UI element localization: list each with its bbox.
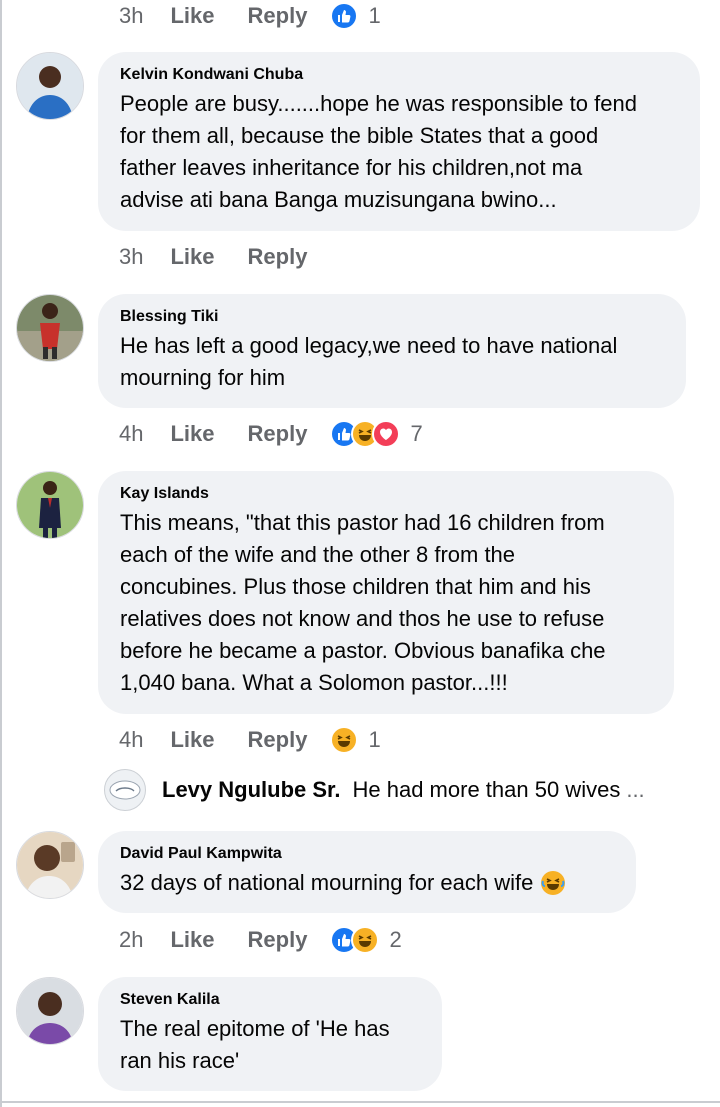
comment-text: The real epitome of 'He has ran his race… [120, 1013, 420, 1077]
reply-button[interactable]: Reply [248, 3, 308, 29]
reply-text: He had more than 50 wives [352, 777, 621, 802]
commenter-name[interactable]: Kelvin Kondwani Chuba [120, 66, 678, 84]
comment-actions: 2h Like Reply 2 [119, 924, 402, 956]
timestamp[interactable]: 3h [119, 244, 143, 270]
comment-bubble: Blessing Tiki He has left a good legacy,… [98, 294, 686, 408]
comment-line: 1,040 bana. What a Solomon pastor...!!! [120, 670, 508, 695]
comment-line: 32 days of national mourning for each wi… [120, 870, 534, 895]
reply-preview[interactable]: Levy Ngulube Sr. He had more than 50 wiv… [104, 769, 645, 811]
reaction-summary[interactable] [330, 726, 359, 754]
reaction-count: 1 [368, 727, 381, 752]
comment-line: each of the wife and the other 8 from th… [120, 542, 516, 567]
comment-actions: 4h Like Reply 7 [119, 418, 423, 450]
comment-line: This means, "that this pastor had 16 chi… [120, 510, 605, 535]
reply-ellipsis: ... [626, 777, 645, 802]
reply-button[interactable]: Reply [248, 421, 308, 447]
commenter-name[interactable]: Steven Kalila [120, 991, 420, 1009]
laughing-emoji-icon [351, 926, 380, 954]
reply-button[interactable]: Reply [248, 244, 308, 270]
like-button[interactable]: Like [170, 727, 214, 753]
heart-icon [372, 420, 401, 448]
comment-line: He has left a good legacy,we need to hav… [120, 333, 618, 358]
avatar[interactable] [16, 471, 84, 539]
comment-line: for them all, because the bible States t… [120, 123, 599, 148]
comment-line: advise ati bana Banga muzisungana bwino.… [120, 187, 557, 212]
timestamp[interactable]: 4h [119, 727, 143, 753]
comment-line: mourning for him [120, 365, 286, 390]
comment-line: People are busy.......hope he was respon… [120, 91, 637, 116]
reply-author-name[interactable]: Levy Ngulube Sr. [162, 777, 341, 803]
timestamp[interactable]: 3h [119, 3, 143, 29]
reply-button[interactable]: Reply [248, 727, 308, 753]
comment-text: This means, "that this pastor had 16 chi… [120, 507, 652, 699]
avatar[interactable] [16, 52, 84, 120]
timestamp[interactable]: 4h [119, 421, 143, 447]
comment-line: relatives does not know and thos he use … [120, 606, 605, 631]
commenter-name[interactable]: Blessing Tiki [120, 308, 664, 326]
comment-line: concubines. Plus those children that him… [120, 574, 591, 599]
like-button[interactable]: Like [170, 244, 214, 270]
commenter-name[interactable]: David Paul Kampwita [120, 845, 614, 863]
reply-button[interactable]: Reply [248, 927, 308, 953]
comment-actions: 4h Like Reply 1 [119, 724, 381, 756]
tears-of-joy-emoji-icon [541, 871, 566, 895]
comment-line: father leaves inheritance for his childr… [120, 155, 583, 180]
like-button[interactable]: Like [170, 927, 214, 953]
timestamp[interactable]: 2h [119, 927, 143, 953]
avatar[interactable] [16, 831, 84, 899]
comment-text: 32 days of national mourning for each wi… [120, 867, 614, 899]
comment-bubble: Kay Islands This means, "that this pasto… [98, 471, 674, 714]
comment-text: People are busy.......hope he was respon… [120, 88, 678, 216]
reaction-summary[interactable] [330, 2, 359, 30]
comment-bubble: Steven Kalila The real epitome of 'He ha… [98, 977, 442, 1091]
comment-actions: 3h Like Reply [119, 241, 340, 273]
like-button[interactable]: Like [170, 3, 214, 29]
avatar [104, 769, 146, 811]
comment-bubble: Kelvin Kondwani Chuba People are busy...… [98, 52, 700, 231]
comment-text: He has left a good legacy,we need to hav… [120, 330, 664, 394]
avatar[interactable] [16, 294, 84, 362]
reaction-summary[interactable] [330, 926, 380, 954]
left-border [0, 0, 2, 1107]
reaction-count: 1 [368, 3, 381, 28]
comment-bubble: David Paul Kampwita 32 days of national … [98, 831, 636, 913]
comment-line: ran his race' [120, 1048, 240, 1073]
comment-actions-top: 3h Like Reply 1 [119, 0, 381, 32]
bottom-divider [0, 1101, 720, 1103]
reaction-summary[interactable] [330, 420, 401, 448]
like-button[interactable]: Like [170, 421, 214, 447]
laughing-emoji-icon [330, 726, 359, 754]
commenter-name[interactable]: Kay Islands [120, 485, 652, 503]
reaction-count: 2 [389, 927, 402, 952]
comment-line: The real epitome of 'He has [120, 1016, 390, 1041]
comment-line: before he became a pastor. Obvious banaf… [120, 638, 606, 663]
reaction-count: 7 [410, 421, 423, 446]
like-reaction-icon [330, 2, 359, 30]
avatar[interactable] [16, 977, 84, 1045]
